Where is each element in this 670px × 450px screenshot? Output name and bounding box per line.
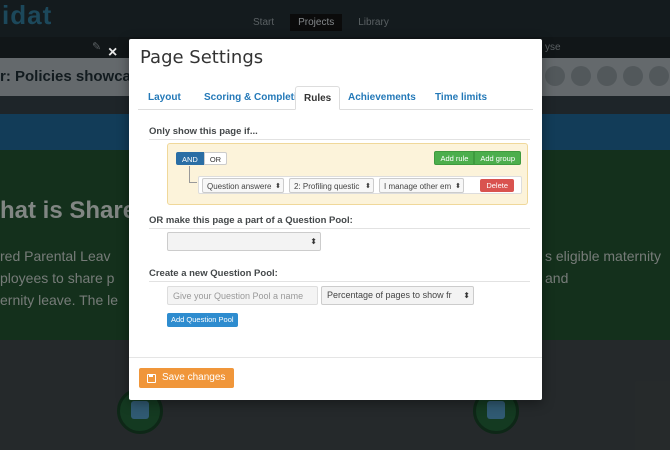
- rule-field-select[interactable]: Question answere ⬍: [202, 178, 284, 193]
- close-icon[interactable]: ×: [108, 44, 117, 62]
- page-settings-modal: Page Settings Layout Scoring & Completio…: [129, 39, 542, 400]
- add-question-pool-button[interactable]: Add Question Pool: [167, 313, 238, 327]
- rule-value-select[interactable]: I manage other em ⬍: [379, 178, 464, 193]
- tab-achievements[interactable]: Achievements: [340, 86, 424, 110]
- select-arrows-icon: ⬍: [364, 179, 371, 192]
- rule-row: Question answere ⬍ 2: Profiling questic …: [198, 176, 522, 194]
- modal-title: Page Settings: [140, 47, 264, 68]
- delete-rule-button[interactable]: Delete: [480, 179, 514, 192]
- rule-add-buttons: Add rule Add group: [434, 151, 521, 165]
- divider: [149, 139, 530, 140]
- condition-toggle: AND OR: [176, 152, 228, 165]
- divider: [149, 228, 530, 229]
- or-button[interactable]: OR: [203, 152, 228, 165]
- question-pool-select[interactable]: ⬍: [167, 232, 321, 251]
- add-rule-button[interactable]: Add rule: [434, 151, 475, 165]
- pool-section-label: OR make this page a part of a Question P…: [149, 215, 353, 226]
- rules-section-label: Only show this page if...: [149, 126, 258, 137]
- tab-time-limits[interactable]: Time limits: [427, 86, 495, 110]
- select-arrows-icon: ⬍: [462, 287, 470, 304]
- select-arrows-icon: ⬍: [454, 179, 461, 192]
- pool-percentage-select-value: Percentage of pages to show fr: [327, 290, 452, 300]
- divider: [149, 281, 530, 282]
- select-arrows-icon: ⬍: [309, 233, 317, 250]
- modal-footer: Save changes: [129, 357, 542, 400]
- tab-layout[interactable]: Layout: [140, 86, 189, 110]
- pool-name-input[interactable]: [167, 286, 318, 305]
- save-changes-label: Save changes: [162, 372, 226, 383]
- add-group-button[interactable]: Add group: [474, 151, 521, 165]
- rule-field-select-value: Question answere: [207, 182, 272, 191]
- rule-group: AND OR Add rule Add group Question answe…: [167, 143, 528, 205]
- and-button[interactable]: AND: [176, 152, 204, 165]
- new-pool-section-label: Create a new Question Pool:: [149, 268, 278, 279]
- rule-question-select[interactable]: 2: Profiling questic ⬍: [289, 178, 374, 193]
- tree-connector: [189, 166, 197, 183]
- rule-value-select-value: I manage other em: [384, 182, 452, 191]
- save-icon: [147, 373, 156, 383]
- select-arrows-icon: ⬍: [274, 179, 281, 192]
- settings-tabs: Layout Scoring & Completion Rules Achiev…: [138, 86, 533, 110]
- tab-rules[interactable]: Rules: [295, 86, 341, 110]
- pool-percentage-select[interactable]: Percentage of pages to show fr ⬍: [321, 286, 474, 305]
- save-changes-button[interactable]: Save changes: [139, 368, 235, 388]
- rule-question-select-value: 2: Profiling questic: [294, 182, 360, 191]
